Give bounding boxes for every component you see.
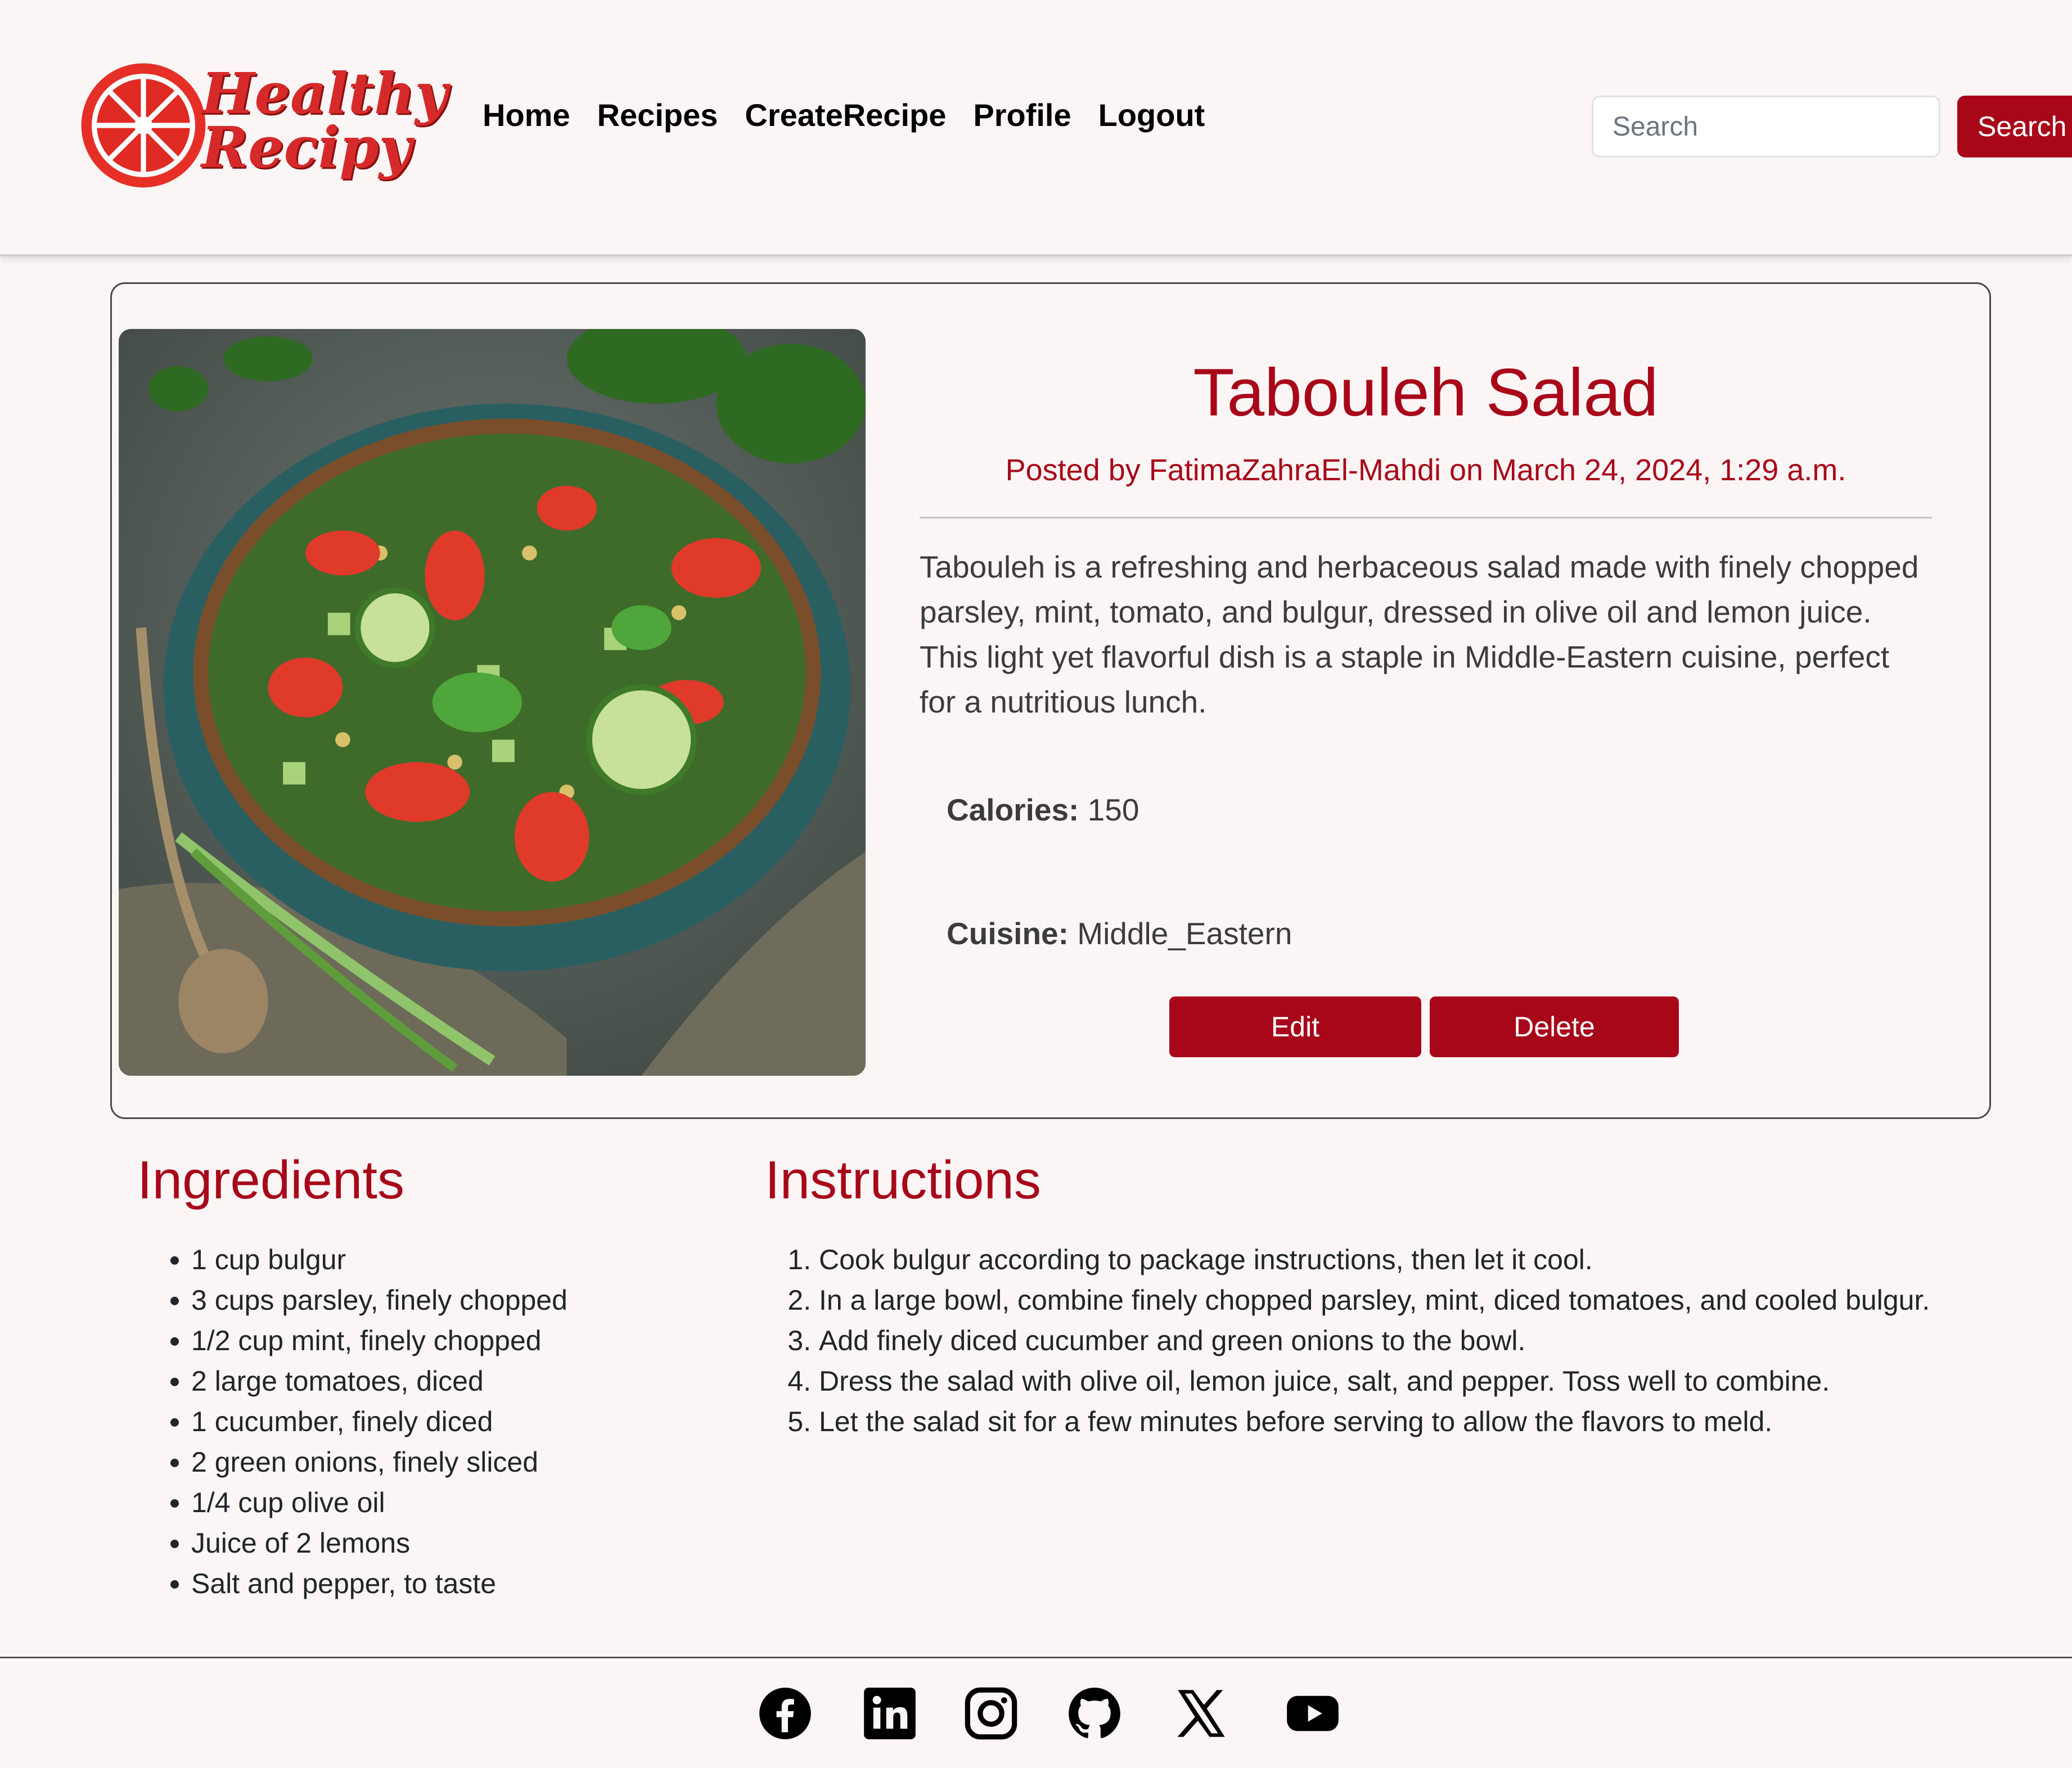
ingredient-item: 1 cucumber, finely diced bbox=[191, 1401, 567, 1442]
recipe-facts: Calories: 150 Cuisine: Middle_Eastern bbox=[947, 792, 1932, 951]
nav-home[interactable]: Home bbox=[483, 97, 570, 133]
ingredients-list: 1 cup bulgur 3 cups parsley, finely chop… bbox=[137, 1239, 567, 1604]
calories-value: 150 bbox=[1087, 792, 1139, 827]
brand-line-2: Recipy bbox=[201, 114, 412, 181]
ingredient-item: 2 green onions, finely sliced bbox=[191, 1442, 567, 1482]
ingredient-item: 2 large tomatoes, diced bbox=[191, 1361, 567, 1401]
footer bbox=[0, 1657, 2072, 1768]
brand-wordmark: Healthy Recipy bbox=[201, 65, 448, 175]
ingredient-item: Juice of 2 lemons bbox=[191, 1523, 567, 1563]
instructions-heading: Instructions bbox=[765, 1150, 1041, 1210]
ingredient-item: 1/2 cup mint, finely chopped bbox=[191, 1320, 567, 1361]
instruction-step: In a large bowl, combine finely chopped … bbox=[819, 1280, 1930, 1320]
recipe-description: Tabouleh is a refreshing and herbaceous … bbox=[920, 549, 1919, 719]
ingredient-item: 1/4 cup olive oil bbox=[191, 1482, 567, 1523]
cuisine-value: Middle_Eastern bbox=[1077, 916, 1292, 951]
delete-button[interactable]: Delete bbox=[1430, 996, 1679, 1057]
calories-fact: Calories: 150 bbox=[947, 792, 1932, 828]
instruction-step: Cook bulgur according to package instruc… bbox=[819, 1239, 1930, 1280]
cuisine-fact: Cuisine: Middle_Eastern bbox=[947, 915, 1932, 951]
x-icon[interactable] bbox=[1173, 1685, 1229, 1742]
nav-recipes[interactable]: Recipes bbox=[597, 97, 718, 133]
divider bbox=[920, 517, 1932, 518]
instruction-step: Add finely diced cucumber and green onio… bbox=[819, 1320, 1930, 1361]
brand-logo[interactable]: Healthy Recipy bbox=[79, 61, 448, 196]
search-input[interactable] bbox=[1592, 96, 1940, 157]
instructions-list: Cook bulgur according to package instruc… bbox=[765, 1239, 1930, 1442]
calories-label: Calories: bbox=[947, 792, 1079, 827]
navbar: Healthy Recipy Home Recipes CreateRecipe… bbox=[0, 0, 2072, 256]
youtube-icon[interactable] bbox=[1283, 1685, 1342, 1742]
instruction-step: Let the salad sit for a few minutes befo… bbox=[819, 1401, 1930, 1442]
instruction-step: Dress the salad with olive oil, lemon ju… bbox=[819, 1361, 1930, 1401]
main-nav: Home Recipes CreateRecipe Profile Logout bbox=[483, 97, 1205, 133]
instagram-icon[interactable] bbox=[963, 1685, 1019, 1742]
ingredient-item: 3 cups parsley, finely chopped bbox=[191, 1280, 567, 1320]
search-button[interactable]: Search bbox=[1957, 96, 2072, 157]
recipe-card: Tabouleh Salad Posted by FatimaZahraEl-M… bbox=[110, 282, 1991, 1119]
recipe-meta: Posted by FatimaZahraEl-Mahdi on March 2… bbox=[1005, 453, 1846, 487]
recipe-image bbox=[119, 329, 866, 1076]
facebook-icon[interactable] bbox=[757, 1685, 813, 1742]
nav-profile[interactable]: Profile bbox=[973, 97, 1071, 133]
nav-logout[interactable]: Logout bbox=[1098, 97, 1205, 133]
github-icon[interactable] bbox=[1066, 1685, 1123, 1742]
edit-button[interactable]: Edit bbox=[1169, 996, 1421, 1057]
ingredient-item: Salt and pepper, to taste bbox=[191, 1563, 567, 1604]
ingredient-item: 1 cup bulgur bbox=[191, 1239, 567, 1280]
recipe-info: Tabouleh Salad Posted by FatimaZahraEl-M… bbox=[920, 329, 1932, 951]
nav-create-recipe[interactable]: CreateRecipe bbox=[745, 97, 946, 133]
cuisine-label: Cuisine: bbox=[947, 916, 1069, 951]
ingredients-heading: Ingredients bbox=[137, 1150, 404, 1210]
linkedin-icon[interactable] bbox=[862, 1685, 918, 1742]
recipe-title: Tabouleh Salad bbox=[1193, 355, 1659, 430]
orange-slice-icon bbox=[79, 61, 208, 190]
